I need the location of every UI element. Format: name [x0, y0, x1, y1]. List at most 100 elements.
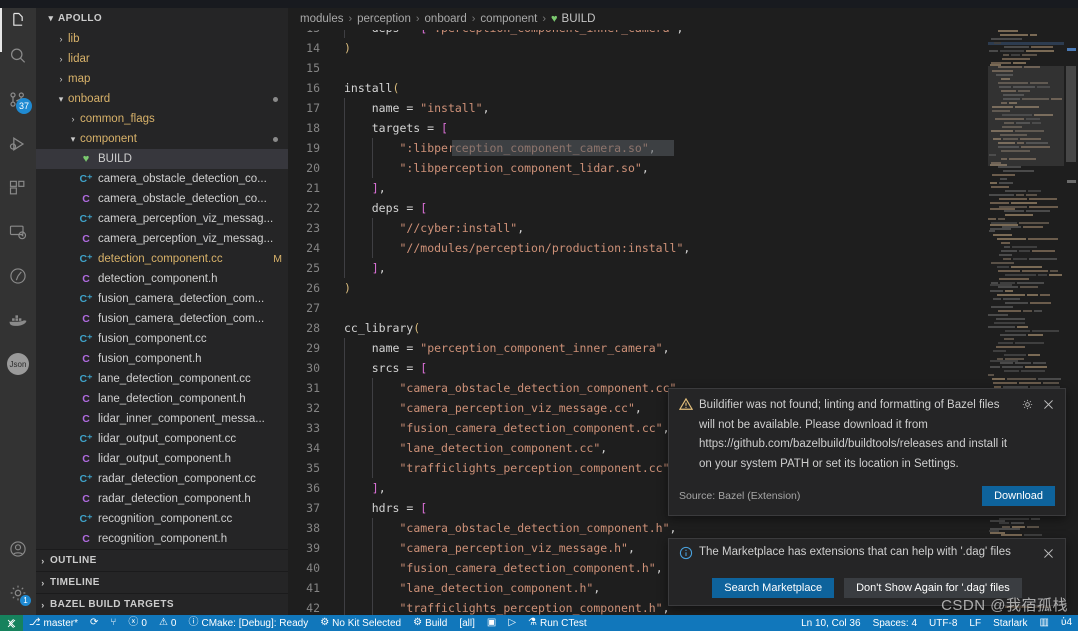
tree-folder[interactable]: › common_flags — [36, 109, 288, 129]
status-remote-indicator[interactable] — [0, 615, 23, 631]
status-item-build[interactable]: ⚙ Build — [407, 615, 453, 631]
tree-folder[interactable]: › lib — [36, 29, 288, 49]
tree-file[interactable]: Ccamera_perception_viz_messag... — [36, 229, 288, 249]
editor-vertical-scrollbar[interactable] — [1064, 30, 1078, 615]
tree-file[interactable]: Clane_detection_component.h — [36, 389, 288, 409]
code-line[interactable]: 17 name = "install", — [288, 98, 988, 118]
activity-manage-settings[interactable]: 1 — [0, 571, 36, 615]
status-item-sync-icon[interactable]: ⟳ — [84, 615, 104, 631]
code-line[interactable]: 20 ":libperception_component_lidar.so", — [288, 158, 988, 178]
activity-search[interactable] — [0, 34, 36, 78]
code-line[interactable]: 18 targets = [ — [288, 118, 988, 138]
chevron-right-icon[interactable]: › — [54, 54, 68, 64]
tree-file[interactable]: C⁺ camera_perception_viz_messag... — [36, 209, 288, 229]
status-item-bell-icon[interactable]: ὑ4 — [1055, 615, 1078, 631]
breadcrumb-item[interactable]: BUILD — [562, 13, 596, 25]
status-item-run-ctest[interactable]: ⚗ Run CTest — [522, 615, 593, 631]
scrollbar-thumb[interactable] — [1066, 66, 1076, 162]
code-line[interactable]: 27 — [288, 298, 988, 318]
tree-file[interactable]: Cdetection_component.h — [36, 269, 288, 289]
code-line[interactable]: 14) — [288, 38, 988, 58]
tree-folder[interactable]: ▾ onboard — [36, 89, 288, 109]
dont-show-again-button[interactable]: Don't Show Again for '.dag' files — [844, 578, 1022, 598]
status-item-ln-10-col-36[interactable]: Ln 10, Col 36 — [795, 615, 867, 631]
activity-accounts[interactable] — [0, 527, 36, 571]
code-line[interactable]: 21 ], — [288, 178, 988, 198]
code-line[interactable]: 23 "//cyber:install", — [288, 218, 988, 238]
tree-folder[interactable]: ▾ component — [36, 129, 288, 149]
status-item-branch-icon[interactable]: ⑂ — [104, 615, 122, 631]
code-line[interactable]: 25 ], — [288, 258, 988, 278]
close-icon[interactable] — [1042, 398, 1055, 416]
tree-file[interactable]: C⁺ recognition_component.cc — [36, 509, 288, 529]
breadcrumb-item[interactable]: modules — [300, 13, 343, 25]
tree-file[interactable]: C⁺ radar_detection_component.cc — [36, 469, 288, 489]
status-item-cmake-debug-ready[interactable]: ⓘ CMake: [Debug]: Ready — [182, 615, 314, 631]
tree-file[interactable]: C⁺ lidar_output_component.cc — [36, 429, 288, 449]
code-line[interactable]: 28 cc_library( — [288, 318, 988, 338]
tree-file[interactable]: Cfusion_camera_detection_com... — [36, 309, 288, 329]
activity-remote-explorer[interactable] — [0, 210, 36, 254]
status-item-play-icon[interactable]: ▷ — [502, 615, 522, 631]
notification-marketplace[interactable]: The Marketplace has extensions that can … — [668, 538, 1066, 606]
sidebar-section-outline[interactable]: › OUTLINE — [36, 549, 288, 571]
breadcrumb[interactable]: modules › perception › onboard › component › ♥ BU… — [288, 8, 1078, 30]
chevron-right-icon[interactable]: › — [66, 114, 80, 124]
tree-folder[interactable]: › lidar — [36, 49, 288, 69]
search-marketplace-button[interactable]: Search Marketplace — [712, 578, 835, 598]
download-button[interactable]: Download — [982, 486, 1055, 506]
notification-buildifier[interactable]: Buildifier was not found; linting and fo… — [668, 388, 1066, 516]
minimap[interactable] — [988, 30, 1064, 615]
breadcrumb-item[interactable]: perception — [357, 13, 411, 25]
status-item-0[interactable]: ⚠ 0 — [153, 615, 183, 631]
activity-explorer[interactable] — [0, 8, 36, 52]
activity-docker[interactable] — [0, 298, 36, 342]
status-item-debug-icon[interactable]: ▣ — [481, 615, 502, 631]
tree-file[interactable]: C⁺ lane_detection_component.cc — [36, 369, 288, 389]
tree-file[interactable]: C⁺ fusion_camera_detection_com... — [36, 289, 288, 309]
code-line[interactable]: 26) — [288, 278, 988, 298]
status-item-lf[interactable]: LF — [963, 615, 987, 631]
sidebar-section-bazel-build-targets[interactable]: › BAZEL BUILD TARGETS — [36, 593, 288, 615]
status-item-utf-8[interactable]: UTF-8 — [923, 615, 963, 631]
activity-testing[interactable] — [0, 254, 36, 298]
explorer-root-header[interactable]: ▾ APOLLO — [36, 8, 288, 29]
chevron-down-icon[interactable]: ▾ — [66, 134, 80, 145]
file-tree[interactable]: › lib › lidar › map ▾ onboard › common_flags ▾ comp… — [36, 29, 288, 549]
minimap-slider[interactable] — [988, 66, 1064, 166]
sidebar-section-timeline[interactable]: › TIMELINE — [36, 571, 288, 593]
status-item-spaces-4[interactable]: Spaces: 4 — [867, 615, 923, 631]
gear-icon[interactable] — [1021, 398, 1034, 416]
status-item-layout-icon[interactable]: ▥ — [1034, 615, 1055, 631]
chevron-right-icon[interactable]: › — [54, 34, 68, 44]
tree-file[interactable]: Clidar_output_component.h — [36, 449, 288, 469]
tree-file[interactable]: Crecognition_component.h — [36, 529, 288, 549]
code-viewport[interactable]: 13 deps = [":perception_component_inner_… — [288, 30, 1078, 615]
tree-folder[interactable]: › map — [36, 69, 288, 89]
tree-file[interactable]: Clidar_inner_component_messa... — [36, 409, 288, 429]
code-line[interactable]: 19 ":libperception_component_camera.so", — [288, 138, 988, 158]
code-line[interactable]: 22 deps = [ — [288, 198, 988, 218]
tree-file[interactable]: Ccamera_obstacle_detection_co... — [36, 189, 288, 209]
status-item-no-kit-selected[interactable]: ⚙ No Kit Selected — [314, 615, 407, 631]
close-icon[interactable] — [1042, 547, 1055, 565]
activity-source-control[interactable]: 37 — [0, 78, 36, 122]
tree-file[interactable]: C⁺ detection_component.cc M — [36, 249, 288, 269]
tree-file[interactable]: C⁺ camera_obstacle_detection_co... — [36, 169, 288, 189]
tree-file[interactable]: Cradar_detection_component.h — [36, 489, 288, 509]
code-line[interactable]: 15 — [288, 58, 988, 78]
activity-extensions[interactable] — [0, 166, 36, 210]
chevron-down-icon[interactable]: ▾ — [54, 94, 68, 105]
breadcrumb-item[interactable]: component — [480, 13, 537, 25]
chevron-right-icon[interactable]: › — [54, 74, 68, 84]
status-item-starlark[interactable]: Starlark — [987, 615, 1033, 631]
tree-file[interactable]: ♥ BUILD — [36, 149, 288, 170]
tree-file[interactable]: C⁺ fusion_component.cc — [36, 329, 288, 349]
code-line[interactable]: 30 srcs = [ — [288, 358, 988, 378]
code-line[interactable]: 16 install( — [288, 78, 988, 98]
code-line[interactable]: 24 "//modules/perception/production:inst… — [288, 238, 988, 258]
status-item-0[interactable]: ⓧ 0 — [122, 615, 153, 631]
code-line[interactable]: 13 deps = [":perception_component_inner_… — [288, 30, 988, 38]
breadcrumb-item[interactable]: onboard — [425, 13, 467, 25]
status-item-all[interactable]: [all] — [453, 615, 481, 631]
